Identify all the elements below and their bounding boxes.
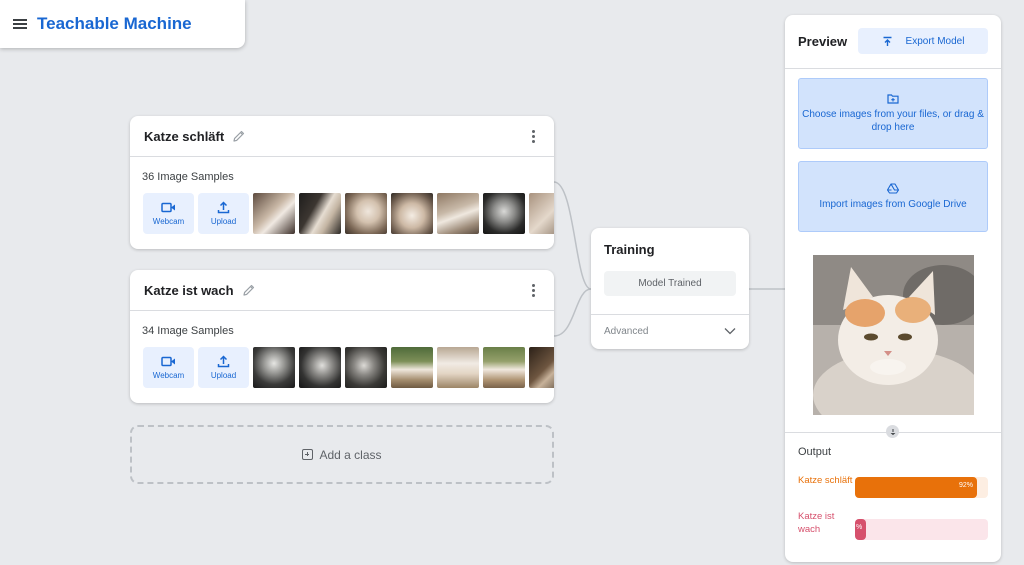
class-name[interactable]: Katze schläft [144,129,224,144]
preview-title: Preview [798,34,848,49]
webcam-icon [161,202,175,213]
folder-icon [887,94,899,104]
sample-count: 36 Image Samples [142,171,234,183]
samples-row: Webcam Upload [143,347,554,388]
output-title: Output [798,446,832,458]
pencil-icon[interactable] [232,129,246,143]
sample-thumbnail[interactable] [299,193,341,234]
more-options-icon[interactable] [532,130,536,143]
add-class-label: Add a class [319,447,382,462]
add-box-icon [302,449,314,460]
google-drive-text: Import images from Google Drive [819,198,967,210]
add-class-button[interactable]: Add a class [130,425,554,484]
class-card-header: Katze schläft [130,116,554,157]
class-card-katze-schlaeft: Katze schläft 36 Image Samples Webcam Up… [130,116,554,249]
preview-panel: Preview Export Model Choose images from … [785,15,1001,562]
sample-thumbnail[interactable] [391,347,433,388]
upload-icon [217,201,230,214]
preview-divider [785,68,1001,69]
class-card-body: 34 Image Samples Webcam Upload [130,311,554,403]
sample-thumbnail[interactable] [437,193,479,234]
advanced-toggle[interactable]: Advanced [591,315,749,347]
hamburger-menu-icon[interactable] [13,19,27,29]
sample-thumbnail[interactable] [483,347,525,388]
choose-files-text: Choose images from your files, or drag &… [802,109,984,133]
webcam-label: Webcam [152,217,185,226]
upload-label: Upload [210,371,237,380]
sample-thumbnail[interactable] [437,347,479,388]
app-title[interactable]: Teachable Machine [37,14,192,34]
webcam-button[interactable]: Webcam [143,347,194,388]
sample-thumbnail[interactable] [529,347,554,388]
upload-icon [217,355,230,368]
app-header: Teachable Machine [0,0,245,48]
upload-button[interactable]: Upload [198,347,249,388]
class-card-header: Katze ist wach [130,270,554,311]
sample-count: 34 Image Samples [142,325,234,337]
output-bar-track: 92% [855,477,988,498]
sample-thumbnail[interactable] [253,347,295,388]
sample-thumbnail[interactable] [345,347,387,388]
class-card-body: 36 Image Samples Webcam Upload [130,157,554,249]
output-value: 92% [958,482,973,489]
export-model-button[interactable]: Export Model [858,28,988,54]
more-options-icon[interactable] [532,284,536,297]
webcam-icon [161,356,175,367]
sample-thumbnail[interactable] [345,193,387,234]
sample-thumbnail[interactable] [391,193,433,234]
webcam-label: Webcam [152,371,185,380]
sample-thumbnail[interactable] [483,193,525,234]
upload-label: Upload [210,217,237,226]
samples-row: Webcam Upload [143,193,554,234]
output-divider [785,432,1001,433]
google-drive-icon [887,182,899,194]
export-upload-icon [883,36,892,46]
class-card-katze-ist-wach: Katze ist wach 34 Image Samples Webcam U… [130,270,554,403]
choose-files-dropzone[interactable]: Choose images from your files, or drag &… [798,78,988,149]
webcam-button[interactable]: Webcam [143,193,194,234]
output-bar-track: % [855,519,988,540]
output-label-katze-schlaeft: Katze schläft [798,475,853,486]
google-drive-import[interactable]: Import images from Google Drive [798,161,988,232]
class-name[interactable]: Katze ist wach [144,283,234,298]
pencil-icon[interactable] [242,283,256,297]
sample-thumbnail[interactable] [299,347,341,388]
sample-thumbnail[interactable] [529,193,554,234]
training-card: Training Model Trained Advanced [591,228,749,349]
training-title: Training [604,242,655,257]
export-model-label: Export Model [905,35,965,47]
sample-thumbnail[interactable] [253,193,295,234]
preview-image [813,255,974,415]
output-label-katze-ist-wach: Katze ist wach [798,511,835,535]
upload-button[interactable]: Upload [198,193,249,234]
advanced-label: Advanced [604,325,649,337]
model-trained-button[interactable]: Model Trained [604,271,736,296]
chevron-down-icon [724,328,736,335]
output-value: % [856,524,863,531]
